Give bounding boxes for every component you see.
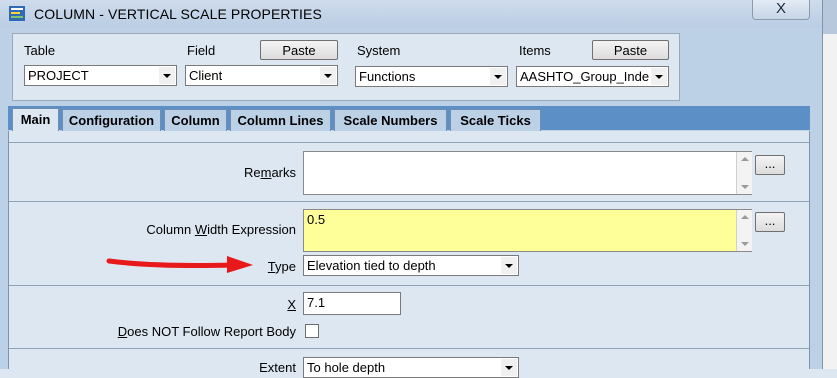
width-expression-label: Column Width Expression bbox=[146, 222, 296, 237]
tab-configuration[interactable]: Configuration bbox=[62, 109, 161, 131]
x-label: X bbox=[287, 297, 296, 312]
field-label: Field bbox=[187, 43, 216, 58]
follow-report-body-checkbox[interactable] bbox=[305, 324, 319, 338]
tab-column[interactable]: Column bbox=[164, 109, 227, 131]
table-value: PROJECT bbox=[28, 68, 89, 83]
tab-scale-ticks[interactable]: Scale Ticks bbox=[450, 109, 541, 131]
app-icon bbox=[9, 6, 25, 21]
table-combo[interactable]: PROJECT bbox=[24, 65, 177, 86]
tab-column-lines[interactable]: Column Lines bbox=[230, 109, 331, 131]
field-value: Client bbox=[189, 68, 223, 83]
extent-label: Extent bbox=[259, 360, 296, 375]
type-value: Elevation tied to depth bbox=[307, 258, 436, 273]
divider bbox=[9, 348, 809, 349]
items-paste-button[interactable]: Paste bbox=[592, 40, 669, 60]
items-label: Items bbox=[519, 43, 551, 58]
follow-report-body-label: Does NOT Follow Report Body bbox=[117, 324, 296, 339]
items-combo[interactable]: AASHTO_Group_Inde bbox=[516, 66, 669, 87]
type-combo[interactable]: Elevation tied to depth bbox=[303, 255, 519, 276]
tab-main[interactable]: Main bbox=[12, 108, 59, 132]
chevron-down-icon[interactable] bbox=[501, 359, 517, 376]
window-title: COLUMN - VERTICAL SCALE PROPERTIES bbox=[34, 6, 322, 22]
tab-scale-numbers[interactable]: Scale Numbers bbox=[334, 109, 447, 131]
system-combo[interactable]: Functions bbox=[355, 66, 508, 87]
background-window-bar bbox=[822, 0, 837, 34]
divider bbox=[9, 142, 809, 143]
system-label: System bbox=[357, 43, 401, 58]
chevron-down-icon[interactable] bbox=[320, 67, 336, 84]
width-expression-textarea[interactable]: 0.5 bbox=[303, 209, 752, 252]
arrow-icon bbox=[106, 256, 253, 273]
remarks-browse-button[interactable]: ... bbox=[755, 155, 785, 175]
table-label: Table bbox=[24, 43, 56, 58]
width-expression-scrollbar[interactable] bbox=[736, 210, 752, 251]
chevron-down-icon[interactable] bbox=[501, 257, 517, 274]
extent-combo[interactable]: To hole depth bbox=[303, 357, 519, 378]
chevron-down-icon[interactable] bbox=[651, 68, 667, 85]
remarks-scrollbar[interactable] bbox=[736, 152, 752, 194]
x-input[interactable]: 7.1 bbox=[303, 292, 401, 315]
close-button[interactable]: X bbox=[752, 0, 810, 20]
system-value: Functions bbox=[359, 69, 416, 84]
divider bbox=[9, 201, 809, 202]
width-expression-browse-button[interactable]: ... bbox=[755, 212, 785, 232]
divider bbox=[9, 285, 809, 286]
type-label: Type bbox=[267, 259, 296, 274]
background-window bbox=[822, 0, 837, 369]
field-combo[interactable]: Client bbox=[185, 65, 338, 86]
items-value: AASHTO_Group_Inde bbox=[520, 69, 650, 84]
chevron-down-icon[interactable] bbox=[159, 67, 175, 84]
extent-value: To hole depth bbox=[307, 360, 386, 375]
chevron-down-icon[interactable] bbox=[490, 68, 506, 85]
remarks-label: Remarks bbox=[243, 165, 296, 180]
field-paste-button[interactable]: Paste bbox=[260, 40, 338, 60]
remarks-textarea[interactable] bbox=[303, 151, 752, 195]
